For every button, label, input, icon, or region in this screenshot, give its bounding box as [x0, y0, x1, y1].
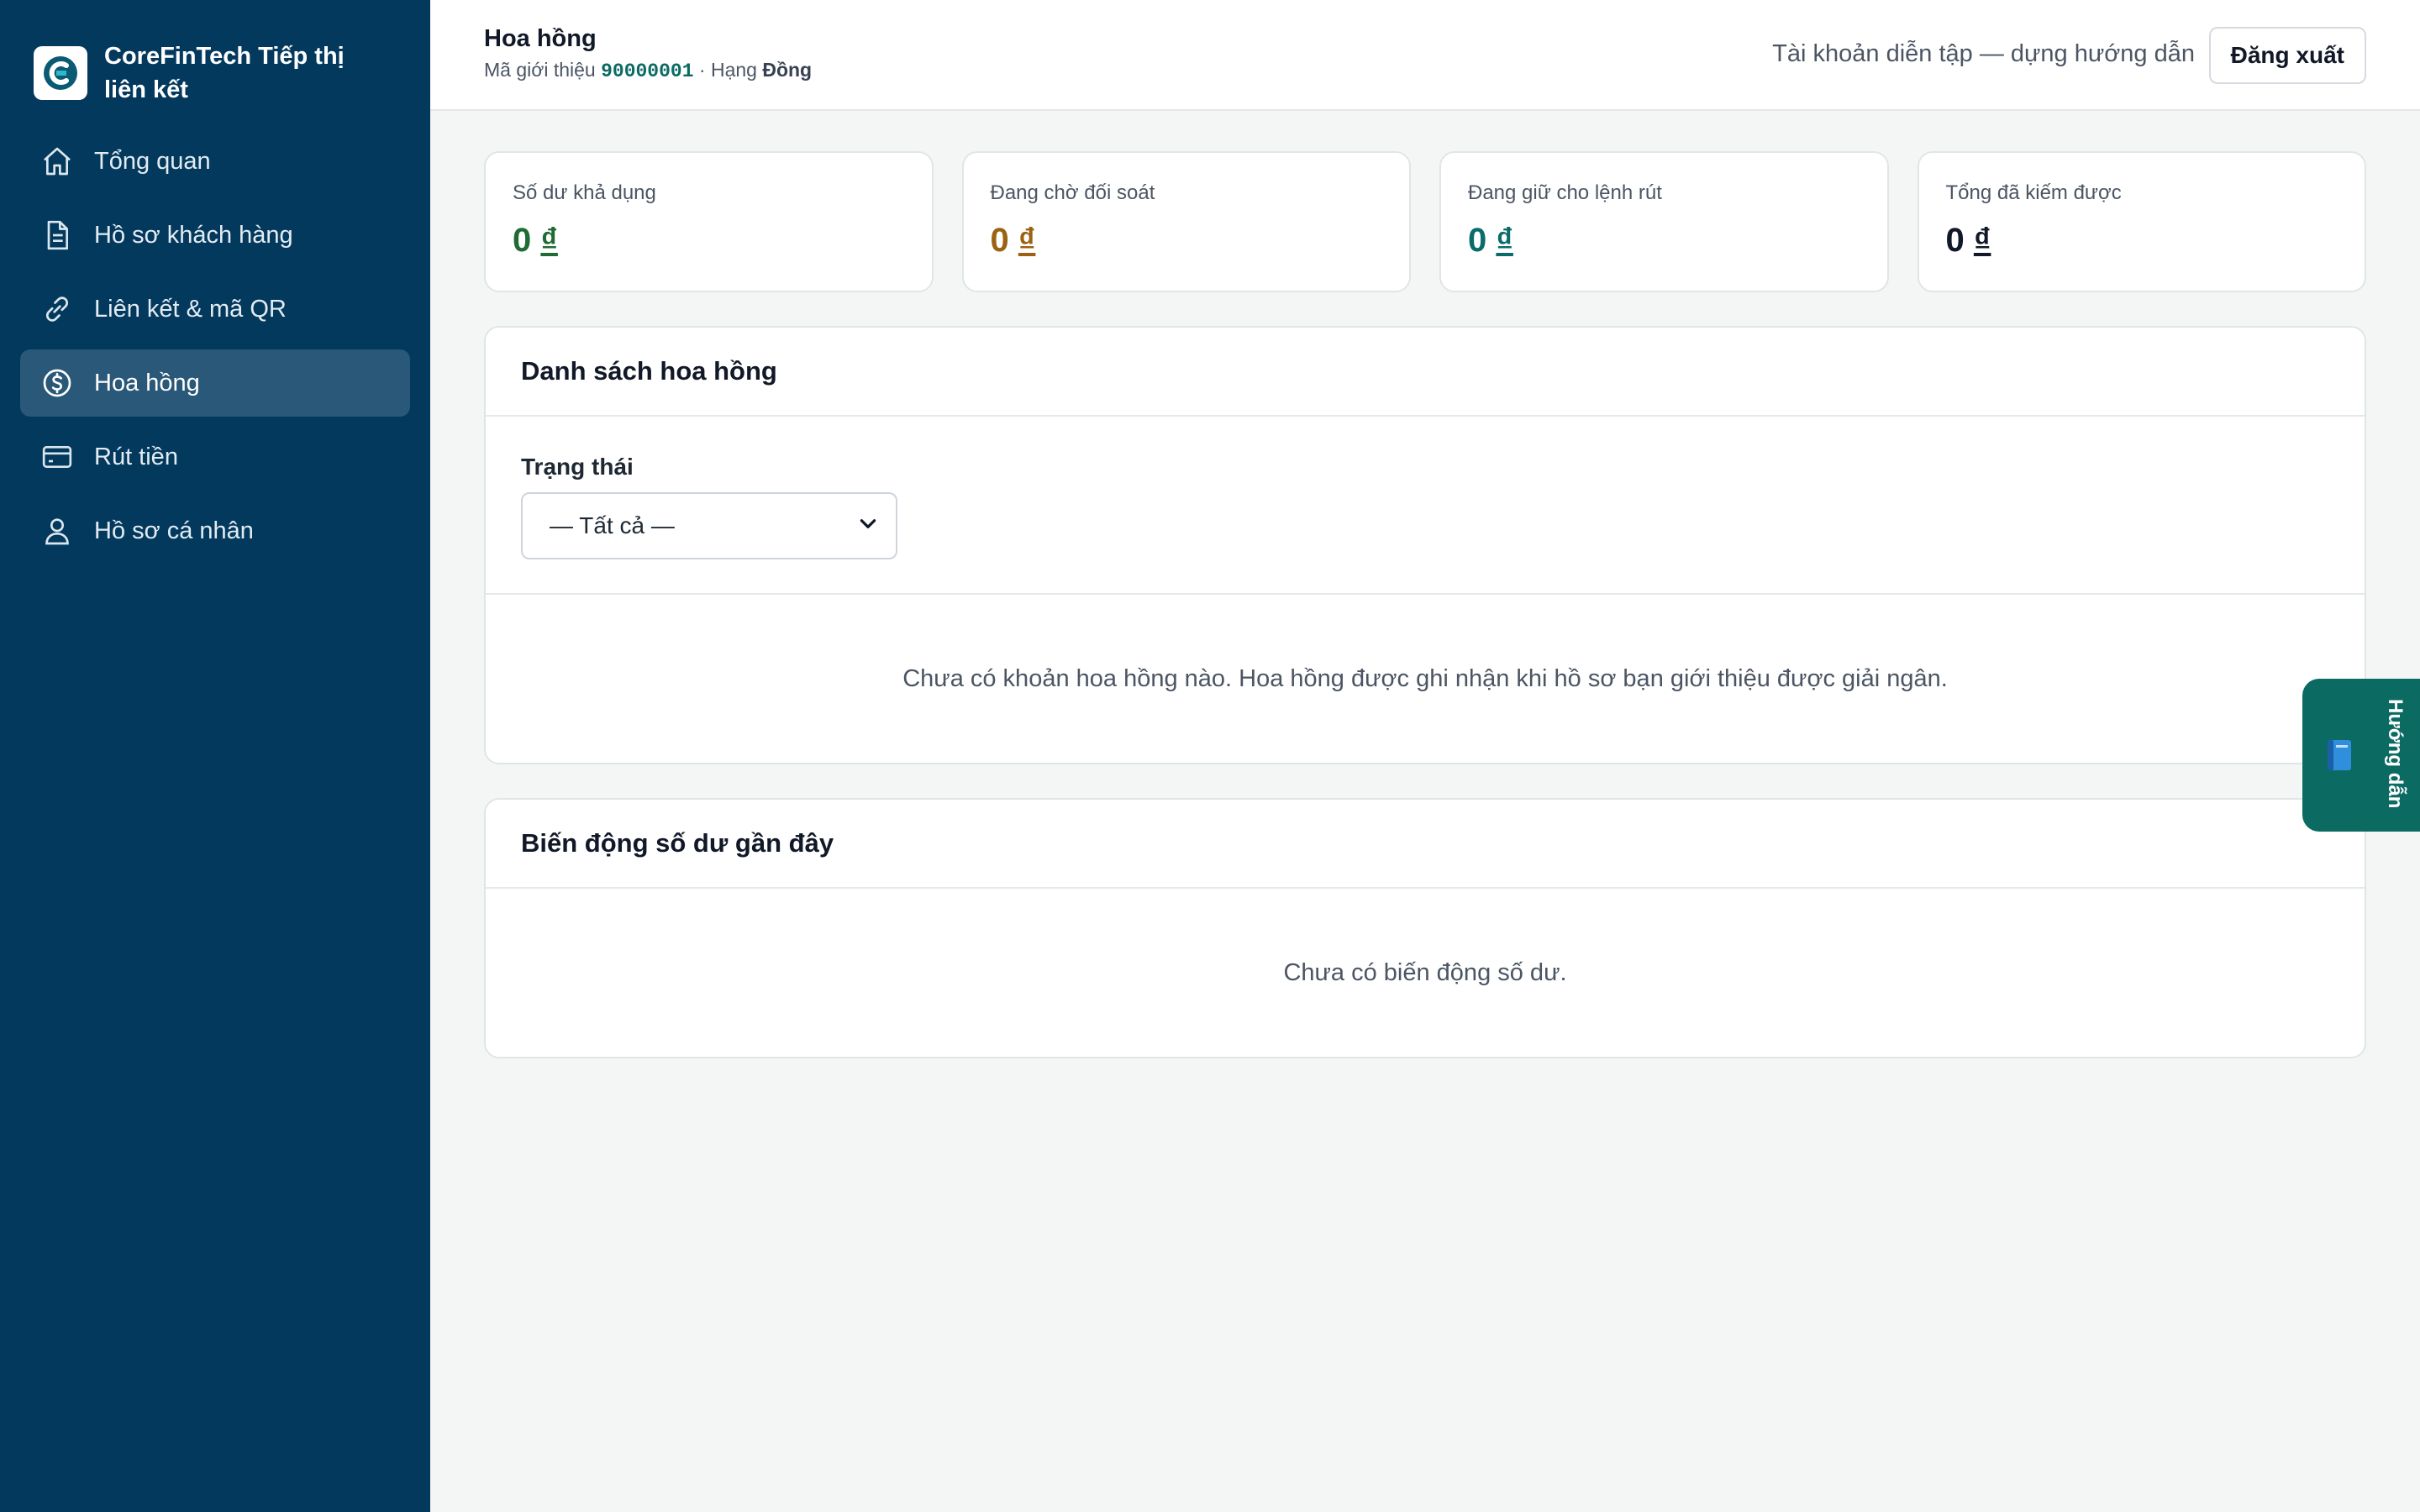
- sidebar-item-commission[interactable]: Hoa hồng: [20, 349, 410, 417]
- stat-amount: 0: [1468, 222, 1487, 259]
- sidebar-item-label: Hồ sơ khách hàng: [94, 221, 293, 249]
- user-icon: [40, 514, 74, 548]
- book-icon: [2326, 738, 2353, 772]
- referral-code-label: Mã giới thiệu: [484, 59, 602, 81]
- link-icon: [40, 292, 74, 326]
- brand[interactable]: CoreFinTech Tiếp thị liên kết: [0, 0, 430, 118]
- stat-value: 0 ₫: [1468, 222, 1860, 260]
- tier-value: Đồng: [762, 59, 813, 81]
- currency-unit: ₫: [1018, 222, 1036, 259]
- stat-value: 0 ₫: [1946, 222, 2338, 260]
- top-header: Hoa hồng Mã giới thiệu 90000001 · Hạng Đ…: [430, 0, 2420, 111]
- currency-unit: ₫: [1496, 222, 1513, 259]
- logo-icon: [34, 46, 87, 100]
- balance-changes-panel: Biến động số dư gần đây Chưa có biến độn…: [484, 798, 2366, 1058]
- stat-amount: 0: [1945, 222, 1965, 259]
- stat-card-available-balance: Số dư khả dụng 0 ₫: [484, 151, 934, 292]
- sidebar-item-label: Rút tiền: [94, 443, 178, 470]
- stat-value: 0 ₫: [991, 222, 1383, 260]
- referral-code: 90000001: [601, 60, 694, 82]
- status-filter-select[interactable]: — Tất cả —: [521, 492, 897, 559]
- guide-tab[interactable]: Hướng dẫn: [2302, 679, 2420, 832]
- status-filter-value: — Tất cả —: [550, 512, 675, 538]
- stat-card-held-for-withdrawal: Đang giữ cho lệnh rút 0 ₫: [1439, 151, 1889, 292]
- balance-empty-message: Chưa có biến động số dư.: [1283, 958, 1567, 986]
- currency-unit: ₫: [1973, 222, 1991, 259]
- logout-button[interactable]: Đăng xuất: [2208, 27, 2366, 84]
- stat-label: Số dư khả dụng: [513, 181, 656, 204]
- stat-card-total-earned: Tổng đã kiếm được 0 ₫: [1917, 151, 2366, 292]
- document-icon: [40, 218, 74, 252]
- demo-account-note: Tài khoản diễn tập — dựng hướng dẫn: [1772, 40, 2195, 67]
- sidebar-item-label: Hồ sơ cá nhân: [94, 517, 254, 544]
- brand-name: CoreFinTech Tiếp thị liên kết: [104, 43, 345, 103]
- stat-label: Đang chờ đối soát: [990, 181, 1155, 204]
- status-filter-label: Trạng thái: [521, 454, 634, 480]
- sidebar-item-overview[interactable]: Tổng quan: [20, 128, 410, 195]
- sidebar-item-customer-profiles[interactable]: Hồ sơ khách hàng: [20, 202, 410, 269]
- home-icon: [40, 144, 74, 178]
- filter-area: Trạng thái — Tất cả —: [486, 417, 2365, 595]
- sidebar-item-personal-profile[interactable]: Hồ sơ cá nhân: [20, 497, 410, 564]
- panel-title: Biến động số dư gần đây: [486, 800, 2365, 889]
- credit-card-icon: [40, 440, 74, 474]
- sidebar-nav: Tổng quan Hồ sơ khách hàng Liên kết & mã…: [0, 128, 430, 564]
- stat-label: Đang giữ cho lệnh rút: [1468, 181, 1662, 204]
- tier-label: · Hạng: [693, 59, 763, 81]
- chevron-down-icon: [857, 512, 879, 540]
- stat-amount: 0: [990, 222, 1009, 259]
- sidebar-item-withdraw[interactable]: Rút tiền: [20, 423, 410, 491]
- stat-cards: Số dư khả dụng 0 ₫ Đang chờ đối soát 0 ₫…: [484, 151, 2366, 292]
- currency-unit: ₫: [540, 222, 558, 259]
- commission-empty-message: Chưa có khoản hoa hồng nào. Hoa hồng đượ…: [902, 664, 1948, 692]
- sidebar: CoreFinTech Tiếp thị liên kết Tổng quan …: [0, 0, 430, 1512]
- sidebar-item-links-qr[interactable]: Liên kết & mã QR: [20, 276, 410, 343]
- dollar-circle-icon: [40, 366, 74, 400]
- sidebar-item-label: Tổng quan: [94, 147, 211, 175]
- guide-label: Hướng dẫn: [2384, 699, 2407, 809]
- commission-list-panel: Danh sách hoa hồng Trạng thái — Tất cả —…: [484, 326, 2366, 764]
- panel-title: Danh sách hoa hồng: [486, 328, 2365, 417]
- page-title: Hoa hồng: [484, 25, 597, 52]
- stat-amount: 0: [513, 222, 532, 259]
- referral-info: Mã giới thiệu 90000001 · Hạng Đồng: [484, 59, 812, 82]
- sidebar-item-label: Hoa hồng: [94, 369, 200, 396]
- stat-label: Tổng đã kiếm được: [1945, 181, 2122, 204]
- stat-card-pending-reconciliation: Đang chờ đối soát 0 ₫: [961, 151, 1411, 292]
- stat-value: 0 ₫: [513, 222, 905, 260]
- sidebar-item-label: Liên kết & mã QR: [94, 295, 287, 323]
